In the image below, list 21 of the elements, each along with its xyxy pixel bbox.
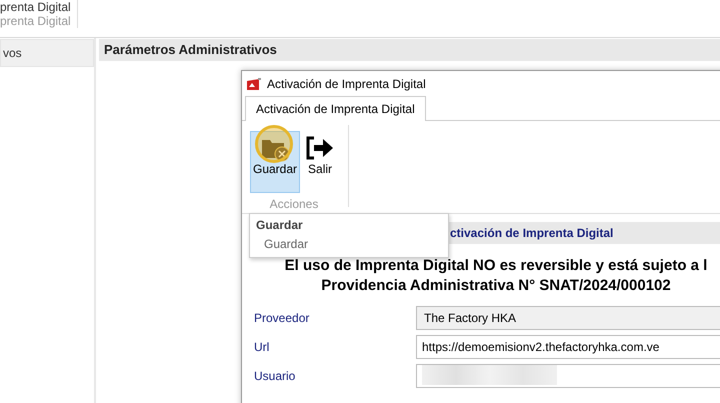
click-highlight: [255, 125, 293, 163]
notice-text: El uso de Imprenta Digital NO es reversible y está sujeto a l: [284, 256, 708, 276]
tooltip-title: Guardar: [256, 218, 304, 232]
dialog-title: Activación de Imprenta Digital: [267, 76, 426, 90]
field-label: Url: [254, 340, 270, 354]
provider-field[interactable]: The Factory HKA: [416, 306, 720, 330]
field-label: Usuario: [254, 369, 296, 383]
app-icon: [247, 78, 261, 90]
sidebar-item[interactable]: vos: [0, 39, 94, 67]
section-header: Parámetros Administrativos: [99, 39, 720, 61]
exit-icon: [305, 134, 336, 162]
group-label: Acciones: [270, 197, 318, 211]
app-title: prenta Digital: [0, 0, 71, 14]
notice-text: Providencia Administrativa N° SNAT/2024/000102: [321, 276, 671, 296]
field-label: Proveedor: [254, 311, 310, 325]
ribbon-tab[interactable]: Activación de Imprenta Digital: [245, 96, 426, 121]
app-subtitle: prenta Digital: [0, 14, 71, 28]
input-field[interactable]: [416, 364, 720, 388]
tooltip-text: Guardar: [263, 237, 310, 251]
save-button[interactable]: Guardar: [250, 131, 300, 193]
input-field[interactable]: https://demoemisionv2.thefactoryhka.com.ve: [416, 335, 720, 359]
